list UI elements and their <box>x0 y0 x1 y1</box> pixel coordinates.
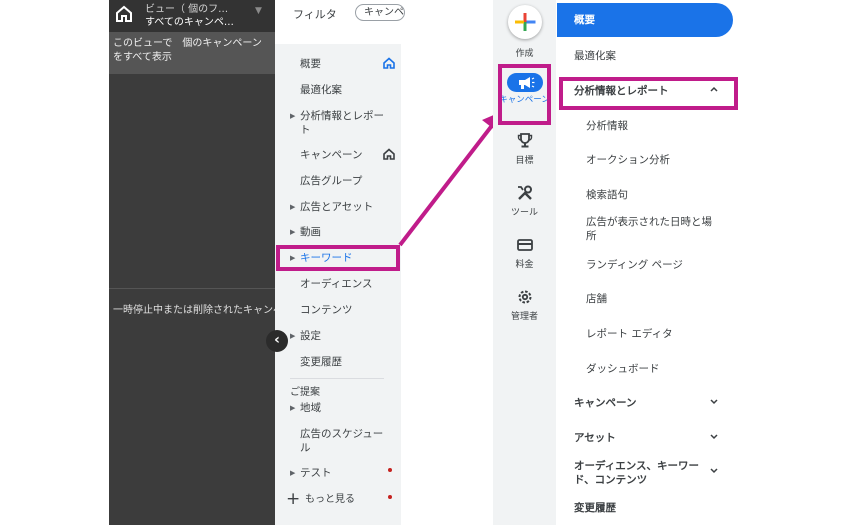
admin-label: 管理者 <box>510 312 538 322</box>
filter-chip[interactable]: キャンペ <box>355 4 405 21</box>
menu-subitem-search-terms[interactable]: 検索語句 <box>586 188 628 202</box>
menu-subitem-report-editor[interactable]: レポート エディタ <box>586 327 673 341</box>
nav-item-label: キャンペーン <box>300 149 363 161</box>
filter-bar: フィルタ キャンペ <box>275 0 405 44</box>
collapse-panel-button[interactable]: ‹ <box>266 330 288 352</box>
credit-card-icon[interactable] <box>516 236 534 254</box>
menu-item-audiences-keywords-content[interactable]: オーディエンス、キーワード、コンテンツ <box>574 459 702 487</box>
menu-subitem-dashboards[interactable]: ダッシュボード <box>586 362 660 376</box>
keyword-highlight-box <box>276 245 400 271</box>
nav-item-label: 広告とアセット <box>300 201 374 213</box>
nav-item-label: 広告グループ <box>300 175 363 187</box>
trophy-icon[interactable] <box>516 132 534 150</box>
menu-item-overview[interactable]: 概要 <box>574 13 595 27</box>
menu-subitem-when-where-ads-showed[interactable]: 広告が表示された日時と場所 <box>586 215 721 243</box>
notification-dot <box>388 468 392 472</box>
menu-item-campaigns[interactable]: キャンペーン <box>574 396 636 410</box>
nav-item-label: テスト <box>300 467 332 479</box>
expand-triangle-icon: ▶ <box>290 228 296 236</box>
goals-label: 目標 <box>515 156 534 166</box>
expand-triangle-icon: ▶ <box>290 404 296 412</box>
menu-subitem-landing-pages[interactable]: ランディング ページ <box>586 258 683 272</box>
menu-subitem-stores[interactable]: 店舗 <box>586 292 607 306</box>
chevron-up-icon[interactable] <box>709 84 719 97</box>
home-icon <box>383 148 395 160</box>
nav-item-label: 変更履歴 <box>300 356 342 368</box>
plus-icon <box>515 13 536 31</box>
tools-label: ツール <box>510 208 538 218</box>
menu-subitem-insights[interactable]: 分析情報 <box>586 119 628 133</box>
expand-triangle-icon: ▶ <box>290 112 296 120</box>
view-info-row[interactable]: このビューで 個のキャンペーンをすべて表示 <box>109 32 275 74</box>
nav-item-label: 地域 <box>300 402 321 414</box>
caret-down-icon[interactable]: ▼ <box>255 6 262 16</box>
nav-item-label: 設定 <box>300 330 321 342</box>
billing-label: 料金 <box>515 260 534 270</box>
view-panel: ビュー（ 個のフ… すべてのキャンペ… ▼ このビューで 個のキャンペーンをすべ… <box>109 0 275 525</box>
gear-icon[interactable] <box>516 288 534 306</box>
suggestions-section-label: ご提案 <box>290 387 320 398</box>
menu-item-assets[interactable]: アセット <box>574 431 616 445</box>
expand-triangle-icon: ▶ <box>290 203 296 211</box>
home-icon <box>383 57 395 69</box>
campaign-highlight-box <box>498 64 551 125</box>
menu-item-insights-reports[interactable]: 分析情報とレポート <box>574 84 669 98</box>
chevron-down-icon[interactable] <box>709 466 719 479</box>
divider <box>290 378 384 379</box>
nav-item-label: もっと見る <box>305 494 355 505</box>
chevron-down-icon[interactable] <box>709 432 719 445</box>
plus-icon: + <box>286 489 301 509</box>
expand-triangle-icon: ▶ <box>290 469 296 477</box>
nav-item-label: 分析情報とレポート <box>300 110 384 136</box>
menu-subitem-auction-insights[interactable]: オークション分析 <box>586 153 670 167</box>
create-label: 作成 <box>515 49 534 59</box>
nav-item-label: コンテンツ <box>300 304 353 316</box>
filter-label: フィルタ <box>293 8 337 21</box>
view-selector[interactable]: ビュー（ 個のフ… すべてのキャンペ… ▼ <box>109 0 275 32</box>
paused-campaigns-row[interactable]: 一時停止中または削除されたキャンペーン <box>113 301 275 316</box>
menu-item-change-history[interactable]: 変更履歴 <box>574 501 616 515</box>
home-icon <box>115 5 133 23</box>
create-button[interactable] <box>508 5 542 39</box>
chevron-down-icon[interactable] <box>709 397 719 410</box>
notification-dot <box>388 495 392 499</box>
nav-item-label: 動画 <box>300 226 321 238</box>
nav-item-label: 最適化案 <box>300 84 342 96</box>
nav-item-label: オーディエンス <box>300 278 373 290</box>
tools-icon[interactable] <box>516 184 534 202</box>
nav-item-label: 広告のスケジュール <box>300 428 384 454</box>
menu-item-recommendations[interactable]: 最適化案 <box>574 49 616 63</box>
view-subtitle: すべてのキャンペ… <box>145 17 234 28</box>
expand-triangle-icon: ▶ <box>290 332 296 340</box>
nav-item-label: 概要 <box>300 58 321 70</box>
divider <box>109 288 275 289</box>
